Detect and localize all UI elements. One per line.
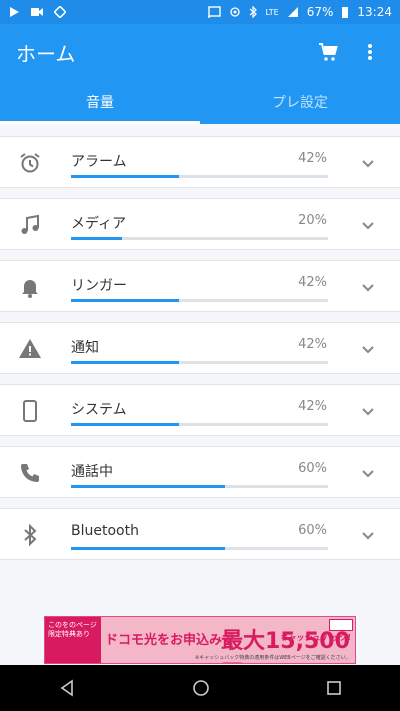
app-bar: ホーム — [0, 24, 400, 80]
chevron-down-icon[interactable] — [358, 215, 378, 235]
ad-banner[interactable]: このをのページ 限定特典あり ドコモ光をお申込みで 最大15,500円 キャッシ… — [44, 616, 356, 664]
volume-slider[interactable] — [71, 361, 328, 364]
cart-button[interactable] — [314, 38, 342, 66]
volume-row-in-call[interactable]: 通話中 60% — [0, 446, 400, 498]
overflow-menu-button[interactable] — [356, 38, 384, 66]
chevron-down-icon[interactable] — [358, 463, 378, 483]
volume-percent: 60% — [298, 523, 327, 538]
volume-label: アラーム — [71, 154, 127, 170]
call-icon — [21, 464, 39, 482]
volume-label: リンガー — [71, 278, 127, 294]
volume-slider[interactable] — [71, 423, 328, 426]
volume-percent: 42% — [298, 275, 327, 290]
volume-percent: 60% — [298, 461, 327, 476]
ad-left-text: このをのページ 限定特典あり — [45, 617, 101, 663]
volume-slider[interactable] — [71, 547, 328, 550]
chevron-down-icon[interactable] — [358, 277, 378, 297]
network-type: LTE — [265, 7, 279, 17]
volume-percent: 42% — [298, 337, 327, 352]
volume-row-media[interactable]: メディア 20% — [0, 198, 400, 250]
volume-slider[interactable] — [71, 175, 328, 178]
more-vert-icon — [368, 44, 372, 60]
status-bar: LTE 67% 13:24 — [0, 0, 400, 24]
chevron-down-icon[interactable] — [358, 153, 378, 173]
volume-label: システム — [71, 402, 127, 418]
phone-device-icon — [23, 400, 37, 422]
recents-icon[interactable] — [326, 680, 342, 696]
volume-row-alarm[interactable]: アラーム 42% — [0, 136, 400, 188]
hotspot-icon — [230, 7, 241, 17]
chevron-down-icon[interactable] — [358, 525, 378, 545]
ad-side-text: キャッシュ バック! — [280, 633, 351, 642]
volume-label: メディア — [71, 216, 127, 232]
rotate-icon — [54, 6, 66, 18]
tab-volume[interactable]: 音量 — [0, 80, 200, 124]
volume-slider[interactable] — [71, 299, 328, 302]
play-icon — [10, 7, 19, 17]
volume-percent: 20% — [298, 213, 327, 228]
system-nav-bar — [0, 665, 400, 711]
volume-slider[interactable] — [71, 237, 328, 240]
battery-icon — [342, 6, 349, 18]
music-note-icon — [21, 214, 39, 234]
volume-row-system[interactable]: システム 42% — [0, 384, 400, 436]
status-time: 13:24 — [357, 5, 392, 19]
volume-row-bluetooth[interactable]: Bluetooth 60% — [0, 508, 400, 560]
tab-bar: 音量 プレ設定 — [0, 80, 400, 124]
volume-label: 通知 — [71, 340, 99, 356]
bluetooth-status-icon — [250, 6, 258, 18]
ad-disclaimer: ※キャッシュバック特典の適用条件はWEBページをご確認ください。 — [195, 655, 351, 661]
volume-percent: 42% — [298, 399, 327, 414]
bell-icon — [22, 280, 38, 298]
alarm-icon — [20, 153, 40, 173]
volume-slider[interactable] — [71, 485, 328, 488]
home-icon[interactable] — [192, 679, 210, 697]
signal-icon — [287, 7, 298, 17]
back-icon[interactable] — [58, 679, 76, 697]
volume-label: Bluetooth — [71, 523, 139, 539]
cast-icon — [208, 6, 222, 18]
ad-info-icon[interactable] — [329, 619, 353, 631]
volume-row-ringer[interactable]: リンガー 42% — [0, 260, 400, 312]
chevron-down-icon[interactable] — [358, 401, 378, 421]
ad-main-text: ドコモ光をお申込みで — [105, 633, 236, 648]
battery-percent: 67% — [306, 5, 334, 19]
volume-percent: 42% — [298, 151, 327, 166]
warning-icon — [19, 339, 41, 358]
volume-label: 通話中 — [71, 464, 113, 480]
bluetooth-icon — [24, 523, 37, 547]
volume-row-notification[interactable]: 通知 42% — [0, 322, 400, 374]
video-icon — [31, 8, 43, 16]
tab-presets[interactable]: プレ設定 — [200, 80, 400, 124]
chevron-down-icon[interactable] — [358, 339, 378, 359]
page-title: ホーム — [16, 41, 76, 66]
cart-icon — [319, 43, 338, 61]
